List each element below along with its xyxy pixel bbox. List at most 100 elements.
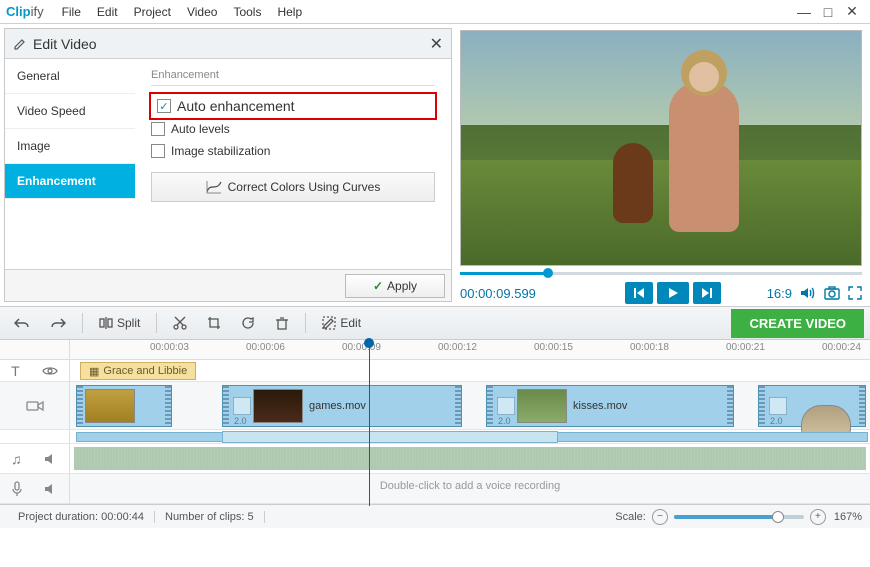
playhead[interactable] (369, 340, 370, 506)
checkbox-image-stabilization[interactable]: Image stabilization (151, 140, 435, 162)
track-video: games.mov kisses.mov (0, 382, 870, 430)
menu-tools[interactable]: Tools (225, 5, 269, 19)
clip-thumbnail (517, 389, 567, 423)
apply-label: Apply (387, 279, 417, 293)
zoom-slider[interactable] (674, 515, 804, 519)
scrub-bar[interactable] (460, 268, 862, 278)
panel-close-button[interactable]: ✕ (430, 34, 443, 54)
zoom-out-button[interactable]: − (652, 509, 668, 525)
transition-icon[interactable] (233, 397, 251, 415)
track-title: T ▦ Grace and Libbie (0, 360, 870, 382)
ruler-mark: 00:00:24 (822, 342, 861, 353)
app-logo: Clipify (6, 4, 44, 19)
correct-colors-curves-button[interactable]: Correct Colors Using Curves (151, 172, 435, 202)
visibility-icon[interactable] (42, 365, 58, 377)
group-label: Enhancement (151, 69, 435, 81)
mic-track-icon (11, 481, 23, 497)
checkbox-label: Image stabilization (171, 144, 270, 158)
play-button[interactable] (657, 282, 689, 304)
voice-mute-icon[interactable] (44, 483, 58, 495)
video-clip[interactable] (76, 385, 172, 427)
ruler-mark: 00:00:03 (150, 342, 189, 353)
track-audio: ♫ (0, 444, 870, 474)
checkbox-icon (151, 122, 165, 136)
menu-edit[interactable]: Edit (89, 5, 126, 19)
prev-button[interactable] (625, 282, 653, 304)
curves-button-label: Correct Colors Using Curves (228, 180, 381, 194)
tab-image[interactable]: Image (5, 129, 135, 164)
crop-button[interactable] (199, 312, 229, 334)
undo-button[interactable] (6, 312, 38, 334)
menu-video[interactable]: Video (179, 5, 225, 19)
status-bar: Project duration: 00:00:44 Number of cli… (0, 504, 870, 528)
ruler-mark: 00:00:18 (630, 342, 669, 353)
timeline: 00:00:0300:00:0600:00:0900:00:1200:00:15… (0, 340, 870, 504)
video-clip[interactable]: games.mov (222, 385, 462, 427)
menu-help[interactable]: Help (269, 5, 310, 19)
apply-button[interactable]: ✓ Apply (345, 274, 445, 298)
video-clip[interactable]: kisses.mov (486, 385, 734, 427)
status-duration: Project duration: 00:00:44 (8, 511, 155, 523)
rotate-button[interactable] (233, 312, 263, 334)
zoom-in-button[interactable]: + (810, 509, 826, 525)
menu-bar: Clipify File Edit Project Video Tools He… (0, 0, 870, 24)
tab-general[interactable]: General (5, 59, 135, 94)
create-video-button[interactable]: CREATE VIDEO (731, 309, 864, 338)
ruler-mark: 00:00:12 (438, 342, 477, 353)
panel-title: Edit Video (33, 36, 430, 52)
voice-prompt: Double-click to add a voice recording (70, 480, 870, 492)
toolbar: Split Edit CREATE VIDEO (0, 306, 870, 340)
video-track-icon (26, 399, 44, 413)
voice-lane[interactable]: Double-click to add a voice recording (70, 474, 870, 503)
clip-thumbnail (85, 389, 135, 423)
timeline-selection[interactable] (222, 431, 558, 443)
timecode: 00:00:09.599 (460, 286, 580, 301)
snapshot-icon[interactable] (824, 286, 840, 300)
clip-label: games.mov (309, 400, 366, 412)
checkbox-icon: ✓ (157, 99, 171, 113)
transition-icon[interactable] (769, 397, 787, 415)
menu-project[interactable]: Project (126, 5, 179, 19)
window-maximize-button[interactable]: □ (816, 4, 840, 20)
title-clip[interactable]: ▦ Grace and Libbie (80, 362, 196, 380)
text-track-icon: T (11, 363, 20, 379)
ruler-mark: 00:00:21 (726, 342, 765, 353)
edit-icon (13, 37, 27, 51)
checkbox-label: Auto levels (171, 122, 230, 136)
tab-video-speed[interactable]: Video Speed (5, 94, 135, 129)
ruler-mark: 00:00:06 (246, 342, 285, 353)
ruler-mark: 00:00:09 (342, 342, 381, 353)
window-close-button[interactable]: ✕ (840, 3, 864, 20)
split-button[interactable]: Split (91, 312, 148, 334)
edit-video-panel: Edit Video ✕ General Video Speed Image E… (4, 28, 452, 302)
menu-file[interactable]: File (54, 5, 89, 19)
timeline-ruler[interactable]: 00:00:0300:00:0600:00:0900:00:1200:00:15… (0, 340, 870, 360)
curves-icon (206, 180, 222, 194)
cut-button[interactable] (165, 312, 195, 334)
tab-enhancement[interactable]: Enhancement (5, 164, 135, 199)
redo-button[interactable] (42, 312, 74, 334)
audio-waveform[interactable] (74, 447, 866, 470)
edit-button[interactable]: Edit (314, 312, 369, 334)
preview-pane: 00:00:09.599 16:9 (452, 24, 870, 306)
delete-button[interactable] (267, 312, 297, 334)
checkbox-icon (151, 144, 165, 158)
window-minimize-button[interactable]: — (792, 4, 816, 20)
music-track-icon: ♫ (11, 451, 22, 467)
checkbox-auto-enhancement[interactable]: ✓ Auto enhancement (151, 94, 435, 118)
transition-icon[interactable] (497, 397, 515, 415)
tab-content: Enhancement ✓ Auto enhancement Auto leve… (135, 59, 451, 269)
checkbox-auto-levels[interactable]: Auto levels (151, 118, 435, 140)
volume-icon[interactable] (800, 286, 816, 300)
video-preview[interactable] (460, 30, 862, 266)
scale-label: Scale: (615, 511, 646, 523)
next-button[interactable] (693, 282, 721, 304)
check-icon: ✓ (373, 279, 383, 293)
status-clip-count: Number of clips: 5 (155, 511, 265, 523)
audio-mute-icon[interactable] (44, 453, 58, 465)
track-voice: Double-click to add a voice recording (0, 474, 870, 504)
panel-tabs: General Video Speed Image Enhancement (5, 59, 135, 269)
fullscreen-icon[interactable] (848, 286, 862, 300)
video-clip[interactable] (758, 385, 866, 427)
aspect-ratio[interactable]: 16:9 (767, 286, 792, 301)
